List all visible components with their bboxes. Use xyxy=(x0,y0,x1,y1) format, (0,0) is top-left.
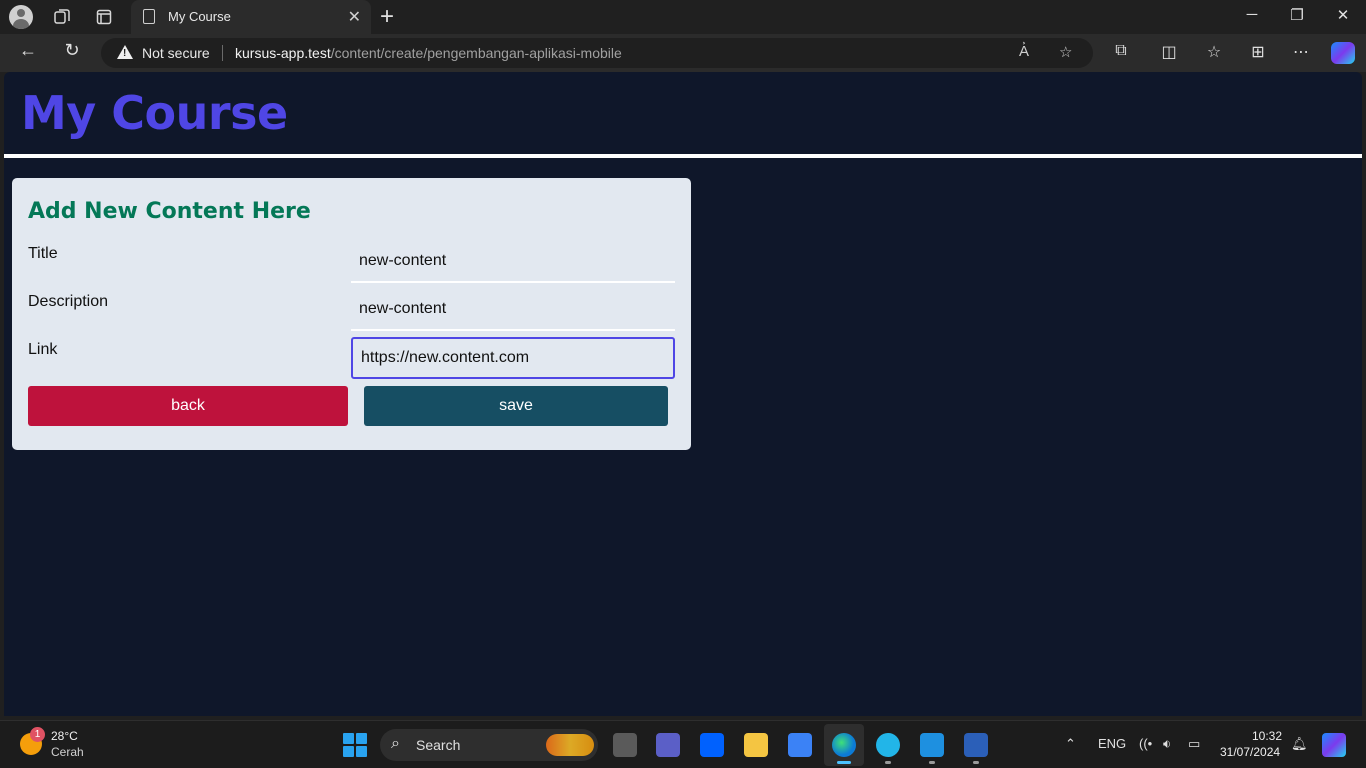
taskbar-search[interactable]: ⌕ Search xyxy=(380,729,598,761)
wifi-icon[interactable]: ((• xyxy=(1139,736,1152,751)
edge-icon[interactable] xyxy=(832,733,856,757)
refresh-icon[interactable]: ↻ xyxy=(58,40,86,61)
show-hidden-icons-icon[interactable]: ⌃ xyxy=(1065,736,1076,752)
tab-actions-icon[interactable] xyxy=(91,5,117,29)
clock-date[interactable]: 31/07/2024 xyxy=(1220,745,1280,759)
collections-icon[interactable]: ⊞ xyxy=(1246,42,1270,62)
header-divider xyxy=(4,154,1362,158)
vscode-icon[interactable] xyxy=(920,733,944,757)
active-tab[interactable]: My Course ✕ xyxy=(131,0,371,34)
url-text[interactable]: kursus-app.test/content/create/pengemban… xyxy=(235,45,622,61)
start-icon[interactable] xyxy=(343,733,367,757)
minimize-button[interactable]: ─ xyxy=(1232,6,1272,23)
task-view-icon[interactable] xyxy=(613,733,637,757)
back-arrow-icon[interactable]: ← xyxy=(14,40,42,61)
link-input[interactable] xyxy=(351,337,675,379)
app-icon[interactable] xyxy=(876,733,900,757)
notification-bell-icon[interactable]: 🔔︎ xyxy=(1291,736,1308,752)
back-button[interactable]: back xyxy=(28,386,348,426)
site-title: My Course xyxy=(21,86,288,140)
tab-title: My Course xyxy=(168,9,231,24)
address-bar[interactable]: ! Not secure kursus-app.test/content/cre… xyxy=(101,38,1093,68)
read-aloud-icon[interactable]: A͐ xyxy=(1019,43,1029,60)
teams-icon[interactable] xyxy=(656,733,680,757)
description-input[interactable] xyxy=(351,289,675,331)
dropbox-icon[interactable] xyxy=(700,733,724,757)
save-button[interactable]: save xyxy=(364,386,668,426)
windows-taskbar: 1 28°C Cerah ⌕ Search ⌃ ENG ((• 🔉︎ ▭ 10:… xyxy=(0,720,1366,768)
favorite-star-icon[interactable]: ☆ xyxy=(1059,43,1072,61)
add-content-form: Add New Content Here Title Description L… xyxy=(12,178,691,450)
volume-icon[interactable]: 🔉︎ xyxy=(1163,736,1171,752)
word-icon[interactable] xyxy=(964,733,988,757)
new-tab-button[interactable]: + xyxy=(380,3,394,31)
title-input[interactable] xyxy=(351,241,675,283)
more-options-icon[interactable]: ⋯ xyxy=(1289,42,1313,62)
battery-icon[interactable]: ▭ xyxy=(1188,736,1200,752)
copilot-taskbar-icon[interactable] xyxy=(1322,733,1346,757)
clock-time[interactable]: 10:32 xyxy=(1252,729,1282,743)
page-viewport: My Course Add New Content Here Title Des… xyxy=(4,72,1362,716)
title-label: Title xyxy=(28,245,58,262)
browser-toolbar: ← ↻ ! Not secure kursus-app.test/content… xyxy=(0,34,1366,72)
close-window-button[interactable]: ✕ xyxy=(1323,6,1363,24)
notification-badge: 1 xyxy=(30,727,45,742)
search-label: Search xyxy=(416,737,461,753)
extensions-icon[interactable]: ⧉ xyxy=(1109,42,1133,60)
weather-condition[interactable]: Cerah xyxy=(51,745,84,759)
profile-icon[interactable] xyxy=(8,5,34,29)
workspaces-icon[interactable] xyxy=(49,5,75,29)
browser-title-bar: My Course ✕ + ─ ❐ ✕ xyxy=(0,0,1366,34)
url-host: kursus-app.test xyxy=(235,45,331,61)
restore-button[interactable]: ❐ xyxy=(1277,6,1317,24)
weather-temperature[interactable]: 28°C xyxy=(51,729,78,743)
store-icon[interactable] xyxy=(788,733,812,757)
page-icon xyxy=(143,9,155,24)
description-label: Description xyxy=(28,293,109,310)
search-icon: ⌕ xyxy=(391,735,400,752)
close-tab-icon[interactable]: ✕ xyxy=(348,7,361,27)
security-indicator[interactable]: Not secure xyxy=(142,45,210,61)
file-explorer-icon[interactable] xyxy=(744,733,768,757)
url-path: /content/create/pengembangan-aplikasi-mo… xyxy=(330,45,622,61)
copilot-icon[interactable] xyxy=(1331,42,1355,64)
link-label: Link xyxy=(28,341,58,358)
split-screen-icon[interactable]: ◫ xyxy=(1157,42,1181,62)
language-indicator[interactable]: ENG xyxy=(1098,736,1126,751)
search-highlight-art xyxy=(546,734,594,756)
form-heading: Add New Content Here xyxy=(28,199,311,224)
favorites-icon[interactable]: ☆ xyxy=(1202,42,1226,62)
